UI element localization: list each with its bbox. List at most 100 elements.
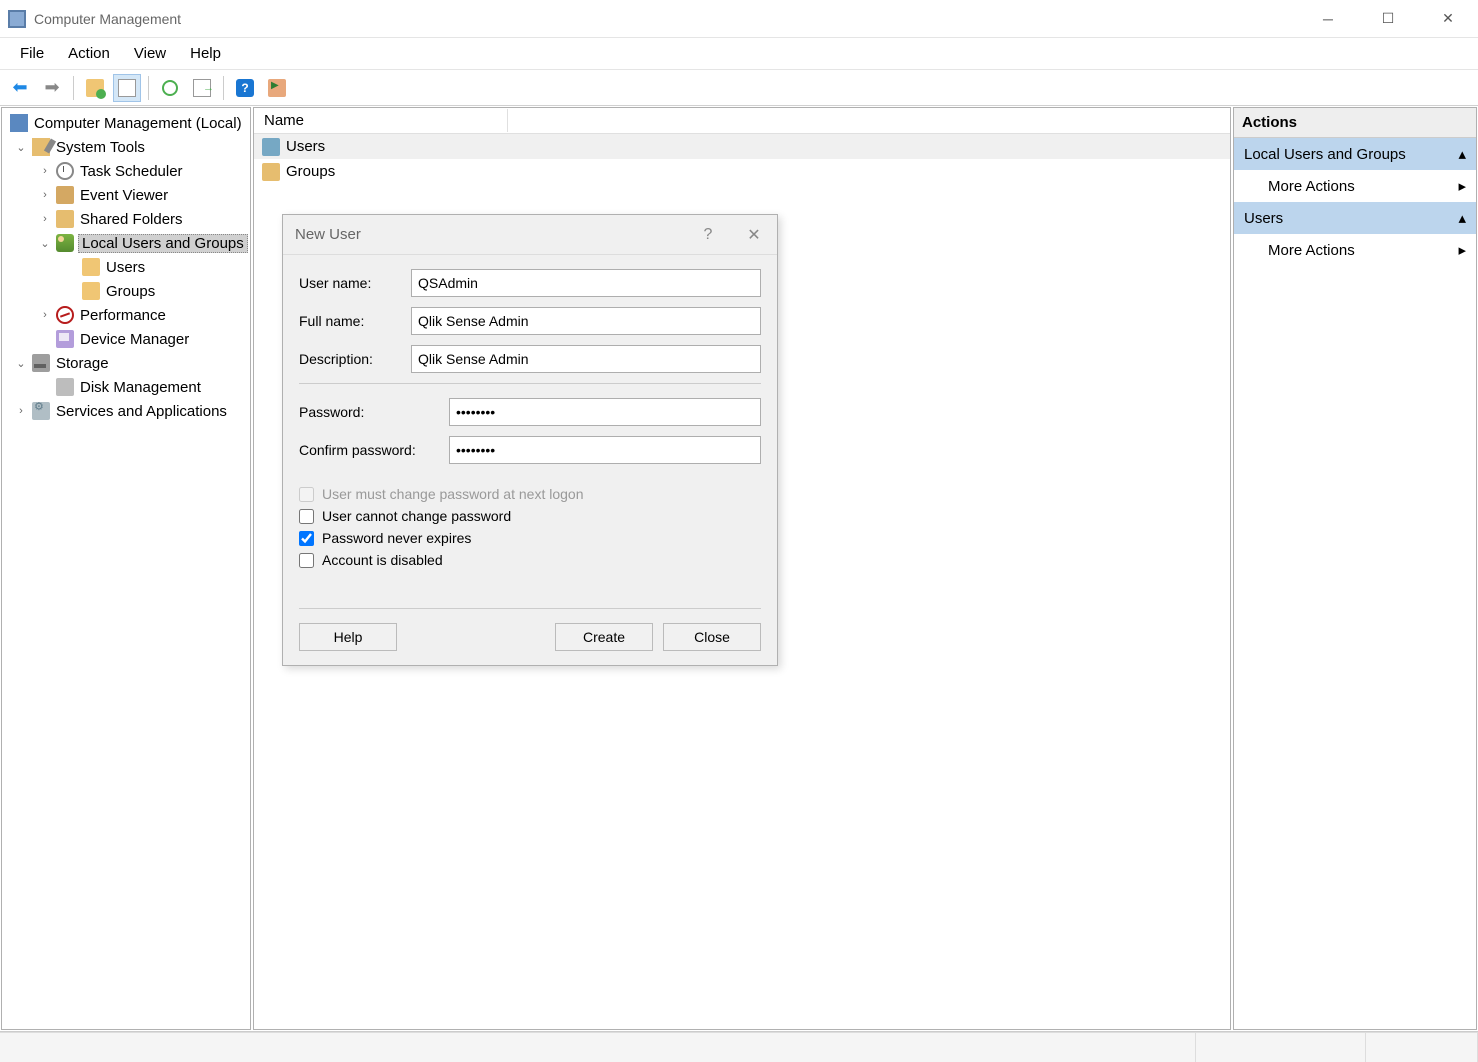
dialog-help-button[interactable]: ? [685,215,731,255]
maximize-button[interactable]: ☐ [1358,0,1418,38]
tree-services-apps[interactable]: › Services and Applications [2,399,250,423]
section-label: Local Users and Groups [1244,146,1406,163]
tree-label: Services and Applications [54,403,229,420]
chevron-right-icon: ▸ [1458,177,1466,195]
tree-event-viewer[interactable]: › Event Viewer [2,183,250,207]
tree-storage[interactable]: ⌄ Storage [2,351,250,375]
tree: Computer Management (Local) ⌄ System Too… [2,108,250,426]
event-icon [56,186,74,204]
close-dialog-button[interactable]: Close [663,623,761,651]
chevron-right-icon: ▸ [1458,241,1466,259]
toolbar: ⬅ ➡ ? [0,70,1478,106]
label-fullname: Full name: [299,313,411,329]
actions-header: Actions [1234,108,1476,138]
back-button[interactable]: ⬅ [6,74,34,102]
tree-label: Task Scheduler [78,163,185,180]
disabled-checkbox[interactable] [299,553,314,568]
menu-bar: File Action View Help [0,38,1478,70]
tree-system-tools[interactable]: ⌄ System Tools [2,135,250,159]
users-groups-icon [56,234,74,252]
password-input[interactable] [449,398,761,426]
help-icon: ? [236,79,254,97]
dialog-title: New User [295,226,361,243]
label-username: User name: [299,275,411,291]
tree-disk-management[interactable]: Disk Management [2,375,250,399]
disabled-label: Account is disabled [322,552,443,568]
disk-icon [56,378,74,396]
status-cell [1366,1033,1478,1062]
users-folder-icon [262,138,280,156]
never-expires-label: Password never expires [322,530,471,546]
tools-icon [32,138,50,156]
help-button[interactable]: ? [231,74,259,102]
groups-folder-icon [262,163,280,181]
expand-icon[interactable]: › [38,309,52,321]
actions-more-users[interactable]: More Actions ▸ [1234,234,1476,266]
menu-file[interactable]: File [10,41,54,66]
expand-icon[interactable]: › [38,165,52,177]
actions-more-lusg[interactable]: More Actions ▸ [1234,170,1476,202]
tree-root[interactable]: Computer Management (Local) [2,111,250,135]
device-icon [56,330,74,348]
export-button[interactable] [188,74,216,102]
list-header: Name [254,108,1230,134]
menu-help[interactable]: Help [180,41,231,66]
arrow-right-icon: ➡ [44,77,59,98]
collapse-icon[interactable]: ⌄ [14,357,28,370]
collapse-icon[interactable]: ⌄ [14,141,28,154]
never-expires-checkbox[interactable] [299,531,314,546]
tree-label: Local Users and Groups [78,234,248,253]
tree-task-scheduler[interactable]: › Task Scheduler [2,159,250,183]
tree-device-manager[interactable]: Device Manager [2,327,250,351]
computer-icon [10,114,28,132]
description-input[interactable] [411,345,761,373]
actions-section-lusg[interactable]: Local Users and Groups ▴ [1234,138,1476,170]
action-pane-button[interactable] [263,74,291,102]
tree-label: System Tools [54,139,147,156]
close-button[interactable]: ✕ [1418,0,1478,38]
toolbar-sep [73,76,74,100]
minimize-button[interactable]: ─ [1298,0,1358,38]
tree-local-users-groups[interactable]: ⌄ Local Users and Groups [2,231,250,255]
tree-performance[interactable]: › Performance [2,303,250,327]
list-label: Users [286,138,325,155]
refresh-icon [162,80,178,96]
tree-shared-folders[interactable]: › Shared Folders [2,207,250,231]
must-change-checkbox [299,487,314,502]
tree-users[interactable]: Users [2,255,250,279]
create-button[interactable]: Create [555,623,653,651]
expand-icon[interactable]: › [14,405,28,417]
list-item-users[interactable]: Users [254,134,1230,159]
up-button[interactable] [81,74,109,102]
chevron-up-icon: ▴ [1458,145,1466,163]
collapse-icon[interactable]: ⌄ [38,237,52,250]
username-input[interactable] [411,269,761,297]
menu-action[interactable]: Action [58,41,120,66]
fullname-input[interactable] [411,307,761,335]
actions-pane: Actions Local Users and Groups ▴ More Ac… [1233,107,1477,1030]
tree-label: Users [104,259,147,276]
folder-up-icon [86,79,104,97]
confirm-password-input[interactable] [449,436,761,464]
storage-icon [32,354,50,372]
expand-icon[interactable]: › [38,213,52,225]
tree-groups[interactable]: Groups [2,279,250,303]
app-icon [8,10,26,28]
folder-icon [82,258,100,276]
expand-icon[interactable]: › [38,189,52,201]
new-user-dialog: New User ? ✕ User name: Full name: Descr… [282,214,778,666]
refresh-button[interactable] [156,74,184,102]
menu-view[interactable]: View [124,41,176,66]
cannot-change-checkbox[interactable] [299,509,314,524]
help-button[interactable]: Help [299,623,397,651]
column-name[interactable]: Name [264,109,508,132]
export-icon [193,79,211,97]
properties-button[interactable] [113,74,141,102]
services-icon [32,402,50,420]
dialog-close-button[interactable]: ✕ [731,215,777,255]
list-item-groups[interactable]: Groups [254,159,1230,184]
tree-pane: Computer Management (Local) ⌄ System Too… [1,107,251,1030]
forward-button[interactable]: ➡ [38,74,66,102]
actions-section-users[interactable]: Users ▴ [1234,202,1476,234]
action-label: More Actions [1268,242,1355,259]
